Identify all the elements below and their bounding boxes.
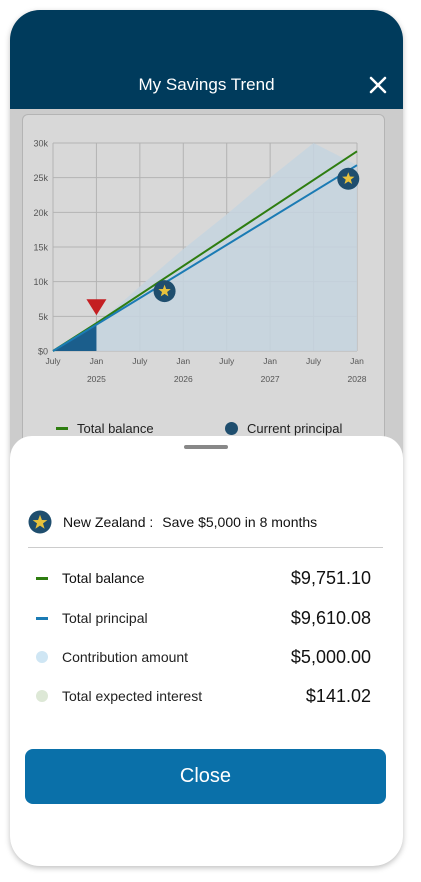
stat-value: $5,000.00 — [290, 646, 371, 667]
legend-total-balance-label: Total balance — [77, 421, 154, 436]
page-title: My Savings Trend — [138, 75, 275, 94]
close-icon[interactable] — [369, 76, 387, 94]
legend-dot-swatch — [225, 422, 238, 435]
total-balance-marker — [35, 576, 48, 580]
stat-row-interest: Total expected interest $141.02 — [35, 684, 371, 708]
x-tick-label: July — [306, 356, 322, 366]
total-principal-marker — [35, 616, 48, 620]
legend-total-balance: Total balance — [56, 421, 154, 436]
x-year-label: 2026 — [174, 374, 193, 384]
x-year-label: 2028 — [348, 374, 367, 384]
stat-row-contribution: Contribution amount $5,000.00 — [35, 645, 371, 669]
x-tick-label: July — [219, 356, 235, 366]
header: My Savings Trend — [10, 10, 403, 109]
legend-current-principal: Current principal — [225, 421, 342, 436]
goal-row: New Zealand : Save $5,000 in 8 months — [28, 510, 317, 534]
x-tick-label: July — [132, 356, 148, 366]
chart-card: $0 5k 10k 15k 20k 25k 30k July Jan July Jan July Jan… — [22, 114, 385, 454]
stat-value: $141.02 — [305, 685, 371, 706]
divider — [28, 547, 383, 548]
x-year-label: 2025 — [87, 374, 106, 384]
savings-chart: $0 5k 10k 15k 20k 25k 30k July Jan July Jan July Jan… — [33, 139, 367, 385]
sheet-grabber[interactable] — [184, 445, 228, 449]
y-tick-label: 10k — [33, 277, 48, 287]
line-marker — [35, 576, 48, 580]
close-button[interactable]: Close — [25, 749, 386, 804]
dot-marker — [35, 690, 48, 702]
x-tick-label: Jan — [176, 356, 190, 366]
x-tick-label: Jan — [350, 356, 364, 366]
y-tick-label: 15k — [33, 243, 48, 253]
goal-text: Save $5,000 in 8 months — [162, 514, 318, 530]
dot-marker — [35, 651, 48, 663]
y-tick-label: 5k — [38, 312, 48, 322]
legend-current-principal-label: Current principal — [247, 421, 343, 436]
phone-frame: My Savings Trend $0 5k 10k 15k 20k 25k 30k July… — [10, 10, 403, 866]
x-tick-label: July — [45, 356, 61, 366]
stat-label: Total expected interest — [62, 688, 203, 704]
x-year-label: 2027 — [261, 374, 280, 384]
contribution-marker — [35, 651, 48, 663]
y-tick-label: 25k — [33, 173, 48, 183]
stat-row-total-principal: Total principal $9,610.08 — [35, 606, 371, 630]
goal-country: New Zealand : — [63, 514, 154, 530]
x-tick-label: Jan — [263, 356, 277, 366]
bottom-sheet: New Zealand : Save $5,000 in 8 months To… — [10, 436, 403, 866]
stat-value: $9,751.10 — [290, 567, 371, 588]
y-tick-label: $0 — [38, 347, 48, 357]
x-tick-label: Jan — [90, 356, 104, 366]
stat-row-total-balance: Total balance $9,751.10 — [35, 566, 371, 590]
y-tick-label: 30k — [33, 139, 48, 149]
y-tick-label: 20k — [33, 208, 48, 218]
stat-value: $9,610.08 — [290, 607, 371, 628]
star-icon — [28, 510, 52, 534]
stat-label: Contribution amount — [62, 649, 189, 665]
interest-marker — [35, 690, 48, 702]
line-marker — [35, 616, 48, 620]
legend-line-swatch — [56, 427, 68, 430]
stat-label: Total balance — [62, 570, 145, 586]
stat-label: Total principal — [62, 610, 148, 626]
